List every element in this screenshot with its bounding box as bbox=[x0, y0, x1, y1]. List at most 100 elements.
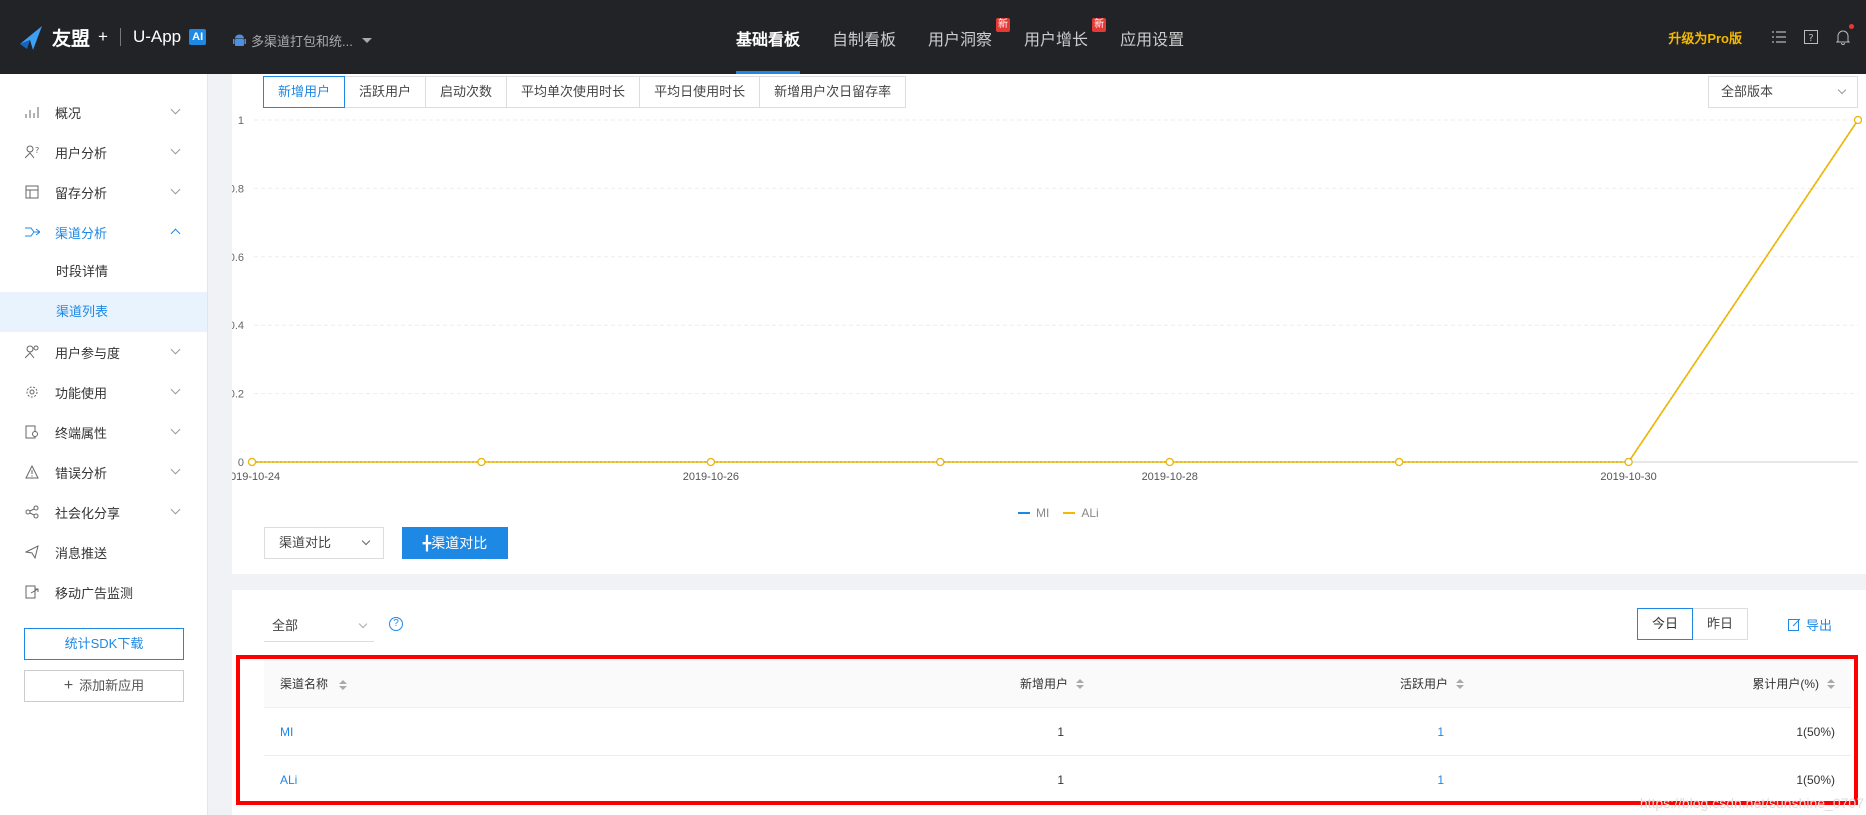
sidebar-subitem-channel-list[interactable]: 渠道列表 bbox=[0, 292, 207, 332]
data-point-ali bbox=[1165, 457, 1174, 467]
nav-user-insight[interactable]: 用户洞察新 bbox=[912, 0, 1011, 74]
sidebar-item-overview[interactable]: 概况 bbox=[0, 92, 207, 132]
umeng-logo[interactable]: 友盟 + U-App AI bbox=[18, 22, 207, 52]
sidebar-item-label: 移动广告监测 bbox=[55, 585, 134, 601]
sidebar-item-engagement[interactable]: 用户参与度 bbox=[0, 332, 207, 372]
y-tick-label: 0.8 bbox=[232, 183, 244, 195]
nav-label: 用户增长 bbox=[1024, 32, 1089, 49]
sdk-download-button[interactable]: 统计SDK下载 bbox=[24, 628, 184, 660]
version-select[interactable]: 全部版本 bbox=[1708, 76, 1858, 108]
chevron-down-icon bbox=[170, 144, 181, 155]
highlight-frame bbox=[236, 655, 1858, 805]
help-icon[interactable]: ? bbox=[1802, 28, 1820, 46]
y-tick-label: 1 bbox=[238, 115, 244, 127]
top-bar: 友盟 + U-App AI 多渠道打包和统... 基础看板 自制看板 用户洞察新… bbox=[0, 0, 1866, 74]
legend-swatch bbox=[1063, 512, 1076, 514]
chevron-down-icon bbox=[170, 504, 181, 515]
add-app-label: 添加新应用 bbox=[79, 678, 145, 693]
app-selector[interactable]: 多渠道打包和统... bbox=[233, 31, 372, 50]
sidebar-subitem-period-detail[interactable]: 时段详情 bbox=[0, 252, 207, 292]
channel-filter-select[interactable]: 全部 bbox=[264, 610, 374, 642]
nav-basic-dashboard[interactable]: 基础看板 bbox=[720, 0, 816, 74]
y-tick-label: 0.4 bbox=[232, 320, 244, 332]
x-tick-label: 2019-10-24 bbox=[232, 471, 280, 483]
bell-icon[interactable] bbox=[1834, 24, 1854, 46]
tab-avg-session-duration[interactable]: 平均单次使用时长 bbox=[506, 76, 641, 108]
sidebar-item-device-attributes[interactable]: 终端属性 bbox=[0, 412, 207, 452]
export-button[interactable]: 导出 bbox=[1787, 615, 1832, 634]
sidebar-item-label: 社会化分享 bbox=[55, 505, 121, 521]
tab-avg-daily-duration[interactable]: 平均日使用时长 bbox=[639, 76, 761, 108]
today-button[interactable]: 今日 bbox=[1636, 608, 1693, 640]
engagement-icon bbox=[24, 344, 40, 360]
tab-active-users[interactable]: 活跃用户 bbox=[344, 76, 427, 108]
legend-item-ali[interactable]: ALi bbox=[1063, 506, 1099, 520]
nav-custom-dashboard[interactable]: 自制看板 bbox=[816, 0, 912, 74]
x-tick-label: 2019-10-30 bbox=[1600, 471, 1656, 483]
overview-icon bbox=[24, 104, 40, 120]
sidebar-item-error-analysis[interactable]: 错误分析 bbox=[0, 452, 207, 492]
sidebar-item-ad-monitor[interactable]: 移动广告监测 bbox=[0, 572, 207, 612]
data-point-ali bbox=[477, 457, 486, 467]
channel-compare-select[interactable]: 渠道对比 bbox=[264, 527, 384, 559]
sidebar-item-label: 用户参与度 bbox=[55, 345, 121, 361]
push-icon bbox=[24, 544, 40, 560]
sidebar-item-label: 终端属性 bbox=[55, 425, 108, 441]
export-label: 导出 bbox=[1805, 618, 1832, 633]
retention-icon bbox=[24, 184, 40, 200]
list-icon[interactable] bbox=[1770, 28, 1788, 46]
sidebar-item-push[interactable]: 消息推送 bbox=[0, 532, 207, 572]
nav-app-settings[interactable]: 应用设置 bbox=[1104, 0, 1200, 74]
user-analysis-icon: ? bbox=[24, 144, 40, 160]
filter-select-value: 全部 bbox=[272, 618, 299, 633]
chevron-down-icon bbox=[170, 384, 181, 395]
chevron-down-icon bbox=[170, 104, 181, 115]
plus-icon: + bbox=[63, 677, 74, 694]
tab-new-users[interactable]: 新增用户 bbox=[263, 76, 346, 108]
legend-label: MI bbox=[1036, 506, 1050, 520]
export-icon bbox=[1787, 618, 1801, 631]
sidebar: 概况 ? 用户分析 留存分析 渠道分析 时段详情 渠道列表 用户参与度 功能使用… bbox=[0, 74, 208, 815]
metric-tabs: 新增用户 活跃用户 启动次数 平均单次使用时长 平均日使用时长 新增用户次日留存… bbox=[263, 76, 907, 108]
legend-item-mi[interactable]: MI bbox=[1018, 506, 1049, 520]
umeng-logo-icon bbox=[20, 26, 42, 50]
chevron-down-icon bbox=[170, 344, 181, 355]
legend-swatch bbox=[1018, 512, 1030, 514]
chevron-down-icon bbox=[1837, 85, 1847, 95]
data-point-ali bbox=[706, 457, 715, 467]
nav-label: 应用设置 bbox=[1120, 32, 1185, 49]
series-line-mi bbox=[252, 119, 1859, 463]
data-point-ali bbox=[1395, 457, 1404, 467]
tab-launches[interactable]: 启动次数 bbox=[425, 76, 508, 108]
sidebar-item-social-share[interactable]: 社会化分享 bbox=[0, 492, 207, 532]
sidebar-item-label: 留存分析 bbox=[55, 185, 108, 201]
sidebar-item-retention[interactable]: 留存分析 bbox=[0, 172, 207, 212]
add-app-button[interactable]: + 添加新应用 bbox=[24, 670, 184, 702]
sidebar-item-user-analysis[interactable]: ? 用户分析 bbox=[0, 132, 207, 172]
y-tick-label: 0.2 bbox=[232, 389, 244, 401]
add-channel-compare-button[interactable]: ╋渠道对比 bbox=[402, 527, 508, 559]
chevron-down-icon bbox=[170, 184, 181, 195]
upgrade-pro-link[interactable]: 升级为Pro版 bbox=[1668, 28, 1742, 47]
chart-legend: MI ALi bbox=[1018, 506, 1099, 520]
device-icon bbox=[24, 424, 40, 440]
nav-label: 基础看板 bbox=[736, 32, 801, 49]
sidebar-item-label: 用户分析 bbox=[55, 145, 108, 161]
yesterday-button[interactable]: 昨日 bbox=[1691, 608, 1748, 640]
sidebar-item-label: 功能使用 bbox=[55, 385, 108, 401]
share-icon bbox=[24, 504, 40, 520]
data-point-ali bbox=[1853, 115, 1863, 125]
question-icon[interactable]: ? bbox=[389, 617, 403, 631]
tab-next-day-retention[interactable]: 新增用户次日留存率 bbox=[759, 76, 907, 108]
chevron-up-icon bbox=[170, 228, 181, 239]
sidebar-item-label: 渠道分析 bbox=[55, 225, 108, 241]
legend-label: ALi bbox=[1081, 506, 1099, 520]
brand-divider bbox=[119, 28, 121, 46]
channel-icon bbox=[24, 224, 40, 240]
chevron-down-icon bbox=[358, 619, 368, 629]
nav-user-growth[interactable]: 用户增长新 bbox=[1008, 0, 1107, 74]
sidebar-item-channel-analysis[interactable]: 渠道分析 bbox=[0, 212, 207, 252]
data-point-ali bbox=[936, 457, 945, 467]
y-tick-label: 0.6 bbox=[232, 252, 244, 264]
sidebar-item-feature-usage[interactable]: 功能使用 bbox=[0, 372, 207, 412]
